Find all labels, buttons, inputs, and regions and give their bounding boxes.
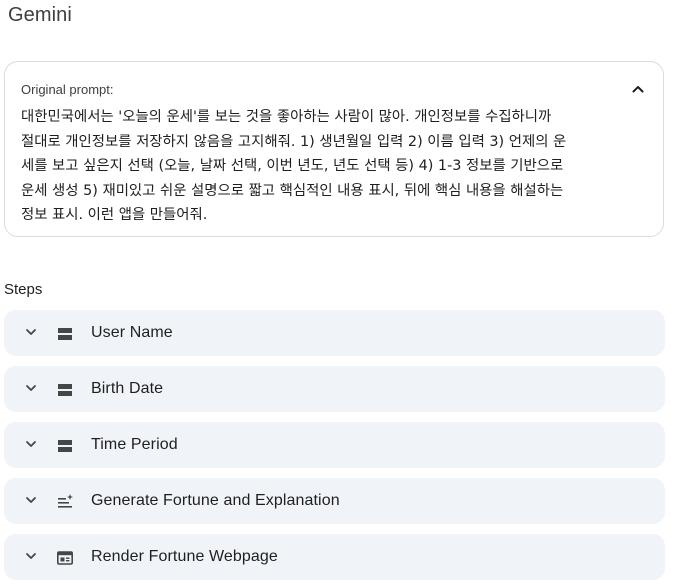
step-label: Generate Fortune and Explanation <box>91 492 340 509</box>
input-field-icon <box>58 384 72 396</box>
collapse-prompt-button[interactable] <box>629 80 647 98</box>
app-title: Gemini <box>8 4 72 26</box>
chevron-down-icon[interactable] <box>23 492 39 508</box>
prompt-text: 대한민국에서는 '오늘의 운세'를 보는 것을 좋아하는 사람이 많아. 개인정… <box>21 109 567 224</box>
original-prompt-card: Original prompt: 대한민국에서는 '오늘의 운세'를 보는 것을… <box>4 61 664 237</box>
chevron-down-icon[interactable] <box>23 324 39 340</box>
step-time-period[interactable]: Time Period <box>4 422 665 468</box>
step-user-name[interactable]: User Name <box>4 310 665 356</box>
chevron-down-icon[interactable] <box>23 380 39 396</box>
step-label: Render Fortune Webpage <box>91 548 278 565</box>
chevron-up-icon <box>632 86 644 93</box>
step-label: Time Period <box>91 436 178 453</box>
text-sparkle-icon <box>58 494 73 508</box>
input-field-icon <box>58 440 72 452</box>
web-page-icon <box>56 551 73 565</box>
chevron-down-icon[interactable] <box>23 548 39 564</box>
step-render-webpage[interactable]: Render Fortune Webpage <box>4 534 665 580</box>
chevron-down-icon[interactable] <box>23 436 39 452</box>
step-birth-date[interactable]: Birth Date <box>4 366 665 412</box>
prompt-label: Original prompt: <box>21 82 114 97</box>
steps-heading: Steps <box>4 281 43 298</box>
step-label: Birth Date <box>91 380 164 397</box>
step-generate-fortune[interactable]: Generate Fortune and Explanation <box>4 478 665 524</box>
input-field-icon <box>58 328 72 340</box>
step-label: User Name <box>91 324 173 341</box>
